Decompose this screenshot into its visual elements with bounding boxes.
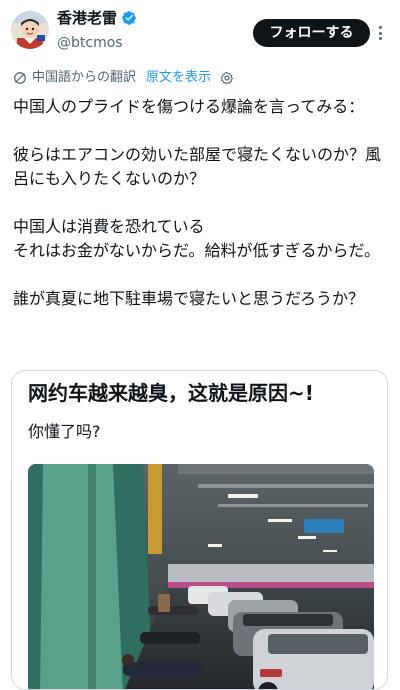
tweet-header: 香港老雷 @btcmos フォローする [0, 0, 400, 62]
translate-globe-icon [14, 72, 26, 84]
tweet-paragraph: 中国人のプライドを傷つける爆論を言ってみる： [13, 97, 365, 116]
tweet-paragraph: 中国人は消費を恐れている それはお金がないからだ。給料が低すぎるからだ。 [13, 217, 381, 260]
tweet-paragraph: 彼らはエアコンの効いた部屋で寝たくないのか？風呂にも入りたくないのか？ [13, 145, 382, 188]
show-original-link[interactable]: 原文を表示 [146, 70, 211, 86]
handle[interactable]: @btcmos [57, 34, 123, 52]
translation-bar: 中国語からの翻訳 原文を表示 [13, 70, 234, 86]
translation-status: 中国語からの翻訳 [32, 70, 137, 85]
quote-title: 网约车越来越臭，这就是原因~! [28, 381, 314, 405]
name-row: 香港老雷 [57, 9, 137, 27]
quoted-post-card[interactable]: 网约车越来越臭，这就是原因~! 你懂了吗? [11, 370, 388, 690]
tweet-body: 中国人のプライドを傷つける爆論を言ってみる： 彼らはエアコンの効いた部屋で寝たく… [13, 95, 387, 335]
avatar-illustration-icon [11, 11, 49, 49]
display-name[interactable]: 香港老雷 [57, 9, 117, 27]
follow-button[interactable]: フォローする [253, 19, 370, 47]
more-dots-icon[interactable] [375, 23, 385, 43]
verified-badge-icon [122, 11, 136, 25]
parking-garage-photo[interactable] [28, 464, 374, 689]
avatar[interactable] [11, 11, 49, 49]
tweet-paragraph: 誰が真夏に地下駐車場で寝たいと思うだろうか？ [13, 289, 365, 308]
gear-icon[interactable] [220, 71, 234, 85]
parking-garage-image-icon [28, 464, 374, 689]
quote-subtitle: 你懂了吗? [28, 422, 101, 441]
